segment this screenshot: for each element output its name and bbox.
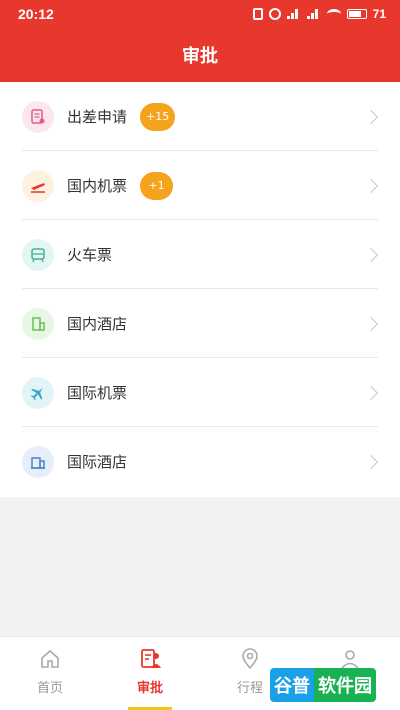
menu-item-label: 国际酒店 xyxy=(67,453,128,471)
chevron-right-icon xyxy=(363,247,379,262)
approval-menu: 出差申请 +15 国内机票 +1 火车票 国内酒店 国际机票 国际酒店 xyxy=(0,82,400,497)
watermark-part: 谷普 xyxy=(270,668,314,702)
menu-item-international-hotel[interactable]: 国际酒店 xyxy=(0,427,400,496)
chevron-right-icon xyxy=(363,385,379,400)
wifi-icon xyxy=(326,9,341,19)
chevron-right-icon xyxy=(363,454,379,469)
chevron-right-icon xyxy=(363,316,379,331)
approval-icon xyxy=(141,649,161,668)
battery-icon xyxy=(346,9,367,19)
menu-item-label: 国际机票 xyxy=(67,384,128,402)
chevron-right-icon xyxy=(363,178,379,193)
document-icon xyxy=(22,100,54,133)
tab-label: 行程 xyxy=(236,681,263,696)
plane-takeoff-icon xyxy=(22,169,54,202)
vibrate-icon xyxy=(252,8,263,20)
tab-home[interactable]: 首页 xyxy=(0,637,100,710)
menu-item-label: 国内机票 xyxy=(67,177,128,195)
tab-label: 审批 xyxy=(136,681,163,696)
menu-item-label: 国内酒店 xyxy=(67,315,128,333)
alarm-icon xyxy=(268,8,281,20)
count-badge: +15 xyxy=(140,102,176,131)
menu-item-domestic-hotel[interactable]: 国内酒店 xyxy=(0,289,400,358)
page-title: 审批 xyxy=(182,46,218,67)
home-icon xyxy=(41,649,59,668)
train-icon xyxy=(22,238,54,271)
tab-approval[interactable]: 审批 xyxy=(100,637,200,710)
plane-icon xyxy=(22,376,54,409)
header: 审批 xyxy=(0,28,400,82)
watermark-logo: 谷普 软件园 xyxy=(270,668,394,702)
menu-item-international-flight[interactable]: 国际机票 xyxy=(0,358,400,427)
tab-label: 首页 xyxy=(36,681,63,696)
chevron-right-icon xyxy=(363,109,379,124)
menu-item-label: 出差申请 xyxy=(67,108,128,126)
hotel-icon xyxy=(22,307,54,340)
menu-item-label: 火车票 xyxy=(67,246,113,264)
battery-level: 71 xyxy=(372,7,386,21)
status-bar: 20:12 71 xyxy=(0,0,400,28)
status-icons: 71 xyxy=(252,7,386,21)
signal-icon xyxy=(286,9,301,19)
signal-icon xyxy=(306,9,321,19)
location-icon xyxy=(242,648,258,670)
menu-item-train[interactable]: 火车票 xyxy=(0,220,400,289)
watermark-part: 软件园 xyxy=(314,668,376,702)
intl-hotel-icon xyxy=(22,445,54,478)
count-badge: +1 xyxy=(140,171,173,200)
status-time: 20:12 xyxy=(18,6,54,22)
menu-item-business-trip[interactable]: 出差申请 +15 xyxy=(0,82,400,151)
menu-item-domestic-flight[interactable]: 国内机票 +1 xyxy=(0,151,400,220)
